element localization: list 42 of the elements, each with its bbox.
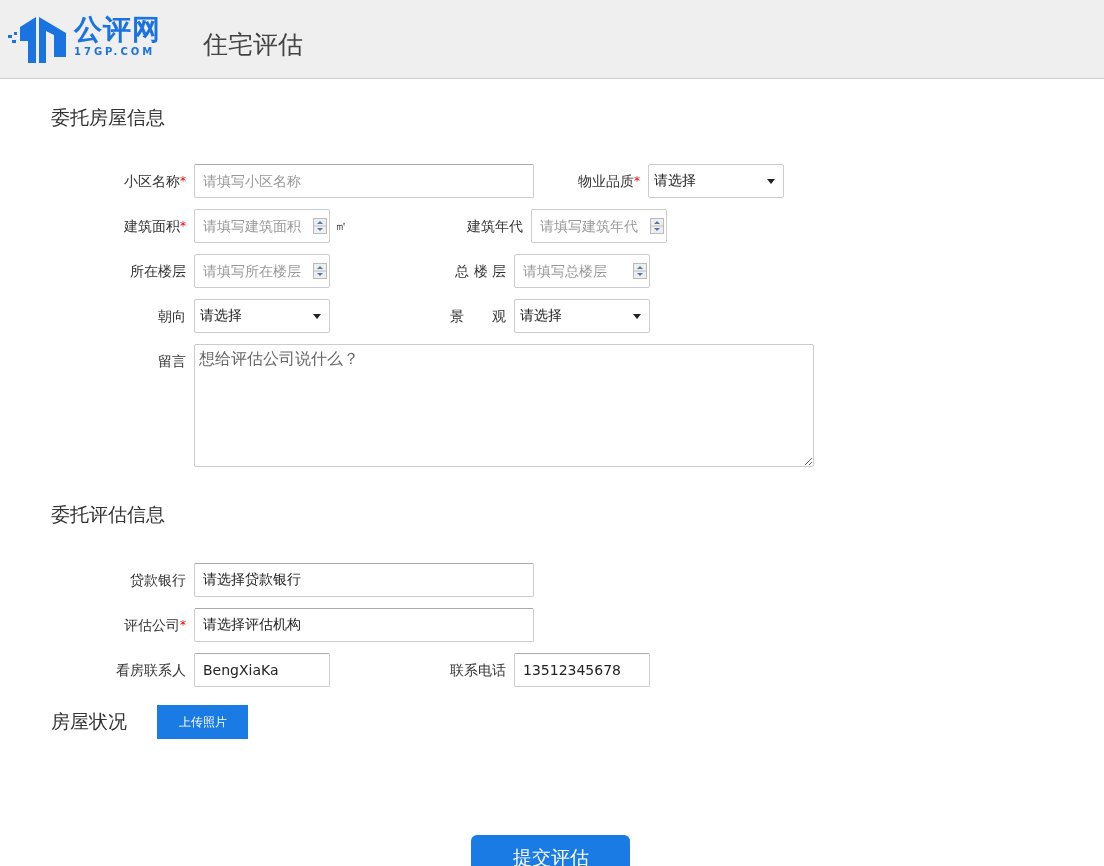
page-title: 住宅评估	[203, 28, 303, 61]
field-label: 看房联系人	[115, 661, 186, 680]
caret-icon	[767, 178, 775, 184]
dropdown[interactable]: 请选择	[514, 299, 650, 333]
logo-name: 公评网	[74, 14, 161, 46]
number-field[interactable]: 请填写总楼层	[514, 254, 650, 288]
spinner-icon[interactable]	[650, 218, 664, 234]
field-label: 小区名称*	[123, 172, 186, 191]
section-title: 房屋状况	[51, 709, 127, 734]
spinner-icon[interactable]	[633, 263, 647, 279]
text-field[interactable]: 请选择评估机构	[194, 608, 534, 642]
field-label: 朝向	[157, 307, 186, 326]
field-label: 建筑年代	[466, 217, 523, 236]
field-label: 总 楼 层	[454, 262, 506, 281]
logo-domain: 17GP.COM	[74, 46, 156, 58]
text-field[interactable]: 13512345678	[514, 653, 650, 687]
section-title: 委托房屋信息	[51, 105, 166, 130]
caret-icon	[313, 313, 321, 319]
spinner-icon[interactable]	[313, 263, 327, 279]
text-field[interactable]: 请选择贷款银行	[194, 563, 534, 597]
number-field[interactable]: 请填写所在楼层	[194, 254, 330, 288]
field-label: 贷款银行	[129, 571, 186, 590]
dropdown[interactable]: 请选择	[194, 299, 330, 333]
field-label: 评估公司*	[123, 616, 186, 635]
field-label: 物业品质*	[577, 172, 640, 191]
upload-button[interactable]: 上传照片	[157, 705, 248, 739]
number-field[interactable]: 请填写建筑面积	[194, 209, 330, 243]
message-field[interactable]: 想给评估公司说什么？	[194, 344, 814, 467]
text-field[interactable]: 请填写小区名称	[194, 164, 534, 198]
field-label: 留言	[157, 352, 186, 371]
submit-button[interactable]: 提交评估	[471, 835, 630, 866]
dropdown[interactable]: 请选择	[648, 164, 784, 198]
field-label: 建筑面积*	[123, 217, 186, 236]
unit-label: ㎡	[335, 218, 347, 235]
field-label: 景 观	[449, 307, 506, 326]
text-field[interactable]: BengXiaKa	[194, 653, 330, 687]
field-label: 联系电话	[449, 661, 506, 680]
caret-icon	[633, 313, 641, 319]
number-field[interactable]: 请填写建筑年代	[531, 209, 667, 243]
field-label: 所在楼层	[129, 262, 186, 281]
spinner-icon[interactable]	[313, 218, 327, 234]
section-title: 委托评估信息	[51, 502, 166, 527]
